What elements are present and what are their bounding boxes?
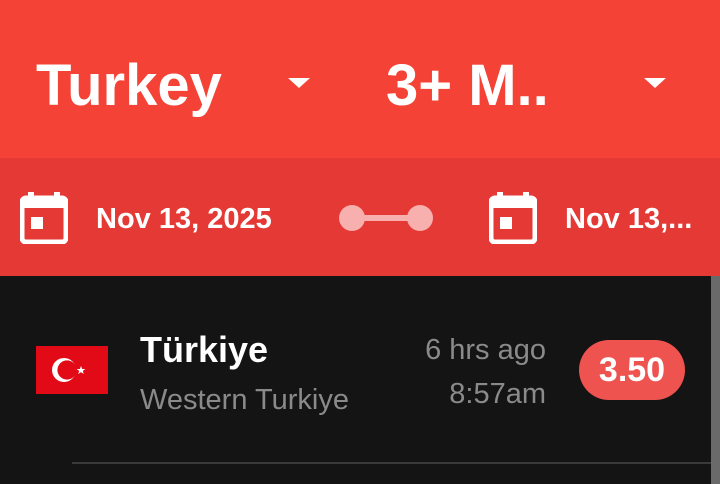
end-date[interactable]: Nov 13,...: [565, 200, 692, 238]
date-range-connector-icon: [339, 205, 433, 231]
app-header: Turkey 3+ M..: [0, 0, 720, 158]
quake-relative-time: 6 hrs ago: [425, 334, 546, 366]
magnitude-dropdown-label: 3+ M..: [386, 52, 549, 118]
country-dropdown[interactable]: Turkey: [36, 50, 326, 120]
quake-country: Türkiye: [140, 329, 269, 370]
magnitude-badge: 3.50: [579, 340, 685, 400]
quake-region: Western Turkiye: [140, 384, 349, 416]
turkey-flag-icon: [36, 346, 108, 394]
magnitude-dropdown-chevron-down-icon[interactable]: [644, 78, 666, 88]
country-dropdown-chevron-down-icon[interactable]: [288, 78, 310, 88]
quake-time: 8:57am: [449, 378, 546, 410]
start-calendar-icon[interactable]: [20, 192, 68, 244]
magnitude-dropdown[interactable]: 3+ M..: [386, 50, 686, 120]
list-divider: [72, 462, 720, 464]
country-dropdown-label: Turkey: [36, 52, 222, 118]
end-calendar-icon[interactable]: [489, 192, 537, 244]
scrollbar[interactable]: [711, 276, 720, 484]
start-date[interactable]: Nov 13, 2025: [96, 200, 272, 238]
